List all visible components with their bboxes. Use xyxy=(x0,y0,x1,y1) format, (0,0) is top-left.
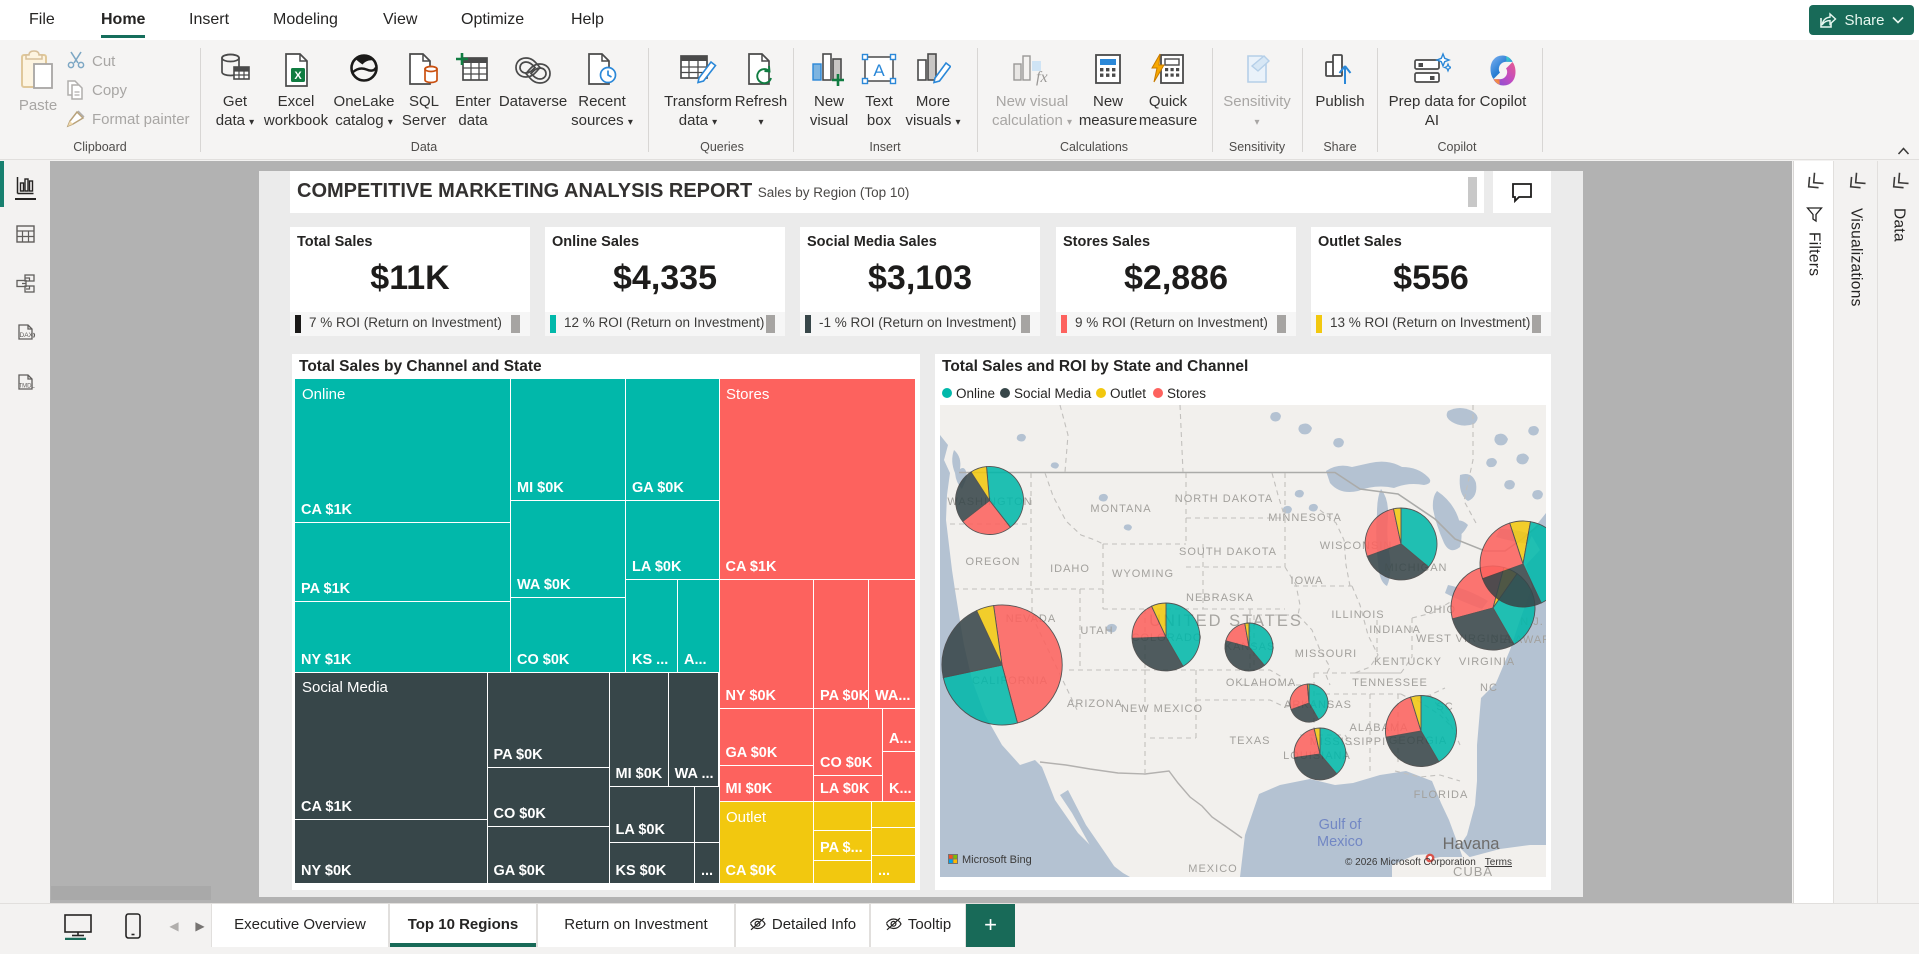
svg-text:MEXICO: MEXICO xyxy=(1188,863,1237,875)
svg-text:ILLINOIS: ILLINOIS xyxy=(1331,609,1384,621)
svg-text:NEBRASKA: NEBRASKA xyxy=(1186,592,1254,604)
svg-text:KENTUCKY: KENTUCKY xyxy=(1374,656,1442,668)
svg-text:IOWA: IOWA xyxy=(1291,575,1324,587)
svg-text:Terms: Terms xyxy=(1485,857,1512,868)
svg-text:WYOMING: WYOMING xyxy=(1112,568,1174,580)
svg-text:Havana: Havana xyxy=(1443,835,1501,853)
svg-text:Microsoft Bing: Microsoft Bing xyxy=(962,854,1032,866)
svg-text:IDAHO: IDAHO xyxy=(1050,563,1090,575)
svg-text:NORTH DAKOTA: NORTH DAKOTA xyxy=(1175,493,1273,505)
svg-text:fx: fx xyxy=(1036,69,1048,86)
svg-text:OREGON: OREGON xyxy=(966,556,1021,568)
svg-text:INDIANA: INDIANA xyxy=(1369,624,1421,636)
svg-text:NC: NC xyxy=(1480,682,1498,694)
svg-text:TEXAS: TEXAS xyxy=(1229,735,1270,747)
svg-text:MONTANA: MONTANA xyxy=(1090,503,1151,515)
svg-text:ARIZONA: ARIZONA xyxy=(1067,698,1123,710)
svg-text:Gulf of: Gulf of xyxy=(1319,817,1363,833)
svg-text:MINNESOTA: MINNESOTA xyxy=(1268,512,1342,524)
svg-text:FLORIDA: FLORIDA xyxy=(1414,789,1469,801)
svg-text:TENNESSEE: TENNESSEE xyxy=(1352,677,1428,689)
svg-text:NEW MEXICO: NEW MEXICO xyxy=(1121,703,1203,715)
svg-text:© 2026 Microsoft Corporation: © 2026 Microsoft Corporation xyxy=(1345,857,1476,868)
svg-text:X: X xyxy=(294,70,302,82)
svg-text:TMDL: TMDL xyxy=(19,384,36,390)
svg-text:VIRGINIA: VIRGINIA xyxy=(1459,656,1515,668)
svg-text:Mexico: Mexico xyxy=(1317,834,1363,850)
svg-text:DAX: DAX xyxy=(20,332,34,339)
svg-text:UTAH: UTAH xyxy=(1080,625,1113,637)
svg-text:OKLAHOMA: OKLAHOMA xyxy=(1226,677,1296,689)
svg-text:MISSOURI: MISSOURI xyxy=(1295,648,1357,660)
svg-text:SOUTH DAKOTA: SOUTH DAKOTA xyxy=(1179,546,1277,558)
